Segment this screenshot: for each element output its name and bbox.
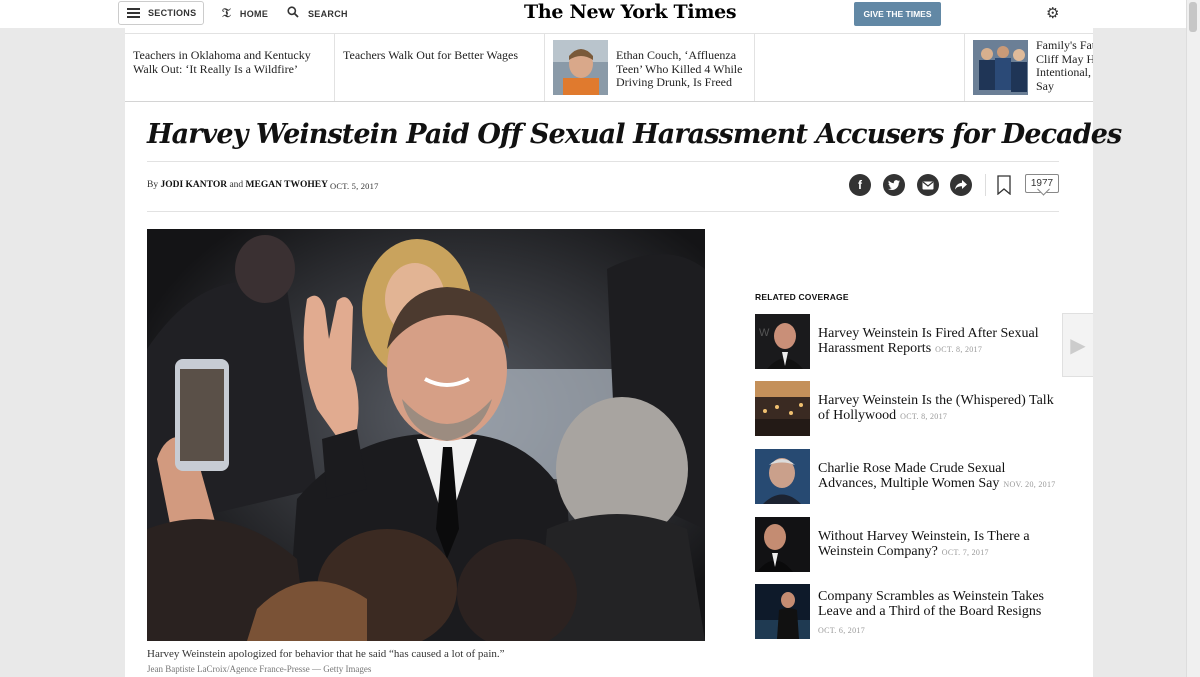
related-date: OCT. 8, 2017: [900, 412, 948, 421]
related-title: Charlie Rose Made Crude Sexual Advances,…: [818, 461, 1063, 492]
twitter-icon[interactable]: [883, 174, 905, 196]
home-label: HOME: [239, 8, 269, 19]
comment-count-button[interactable]: 1977: [1025, 174, 1059, 193]
related-thumbnail: W: [755, 314, 810, 369]
sections-label: SECTIONS: [148, 8, 197, 18]
hero-photo[interactable]: [147, 229, 705, 641]
divider: [147, 211, 1059, 212]
svg-text:W: W: [759, 327, 770, 339]
share-icon[interactable]: [950, 174, 972, 196]
related-title: Harvey Weinstein Is Fired After Sexual H…: [818, 326, 1063, 357]
nyt-logo[interactable]: The New York Times: [524, 1, 737, 23]
related-title: Company Scrambles as Weinstein Takes Lea…: [818, 589, 1063, 638]
publish-date: OCT. 5, 2017: [330, 181, 379, 191]
related-title-text: Charlie Rose Made Crude Sexual Advances,…: [818, 461, 1006, 491]
article-headline: Harvey Weinstein Paid Off Sexual Harassm…: [147, 119, 1122, 150]
related-date: OCT. 8, 2017: [935, 345, 983, 354]
facebook-icon[interactable]: f: [849, 174, 871, 196]
story-ribbon: Teachers in Oklahoma and Kentucky Walk O…: [125, 33, 1093, 102]
search-icon: [287, 6, 299, 21]
related-item[interactable]: Charlie Rose Made Crude Sexual Advances,…: [755, 449, 1060, 505]
related-coverage-heading: RELATED COVERAGE: [755, 292, 849, 302]
related-title: Harvey Weinstein Is the (Whispered) Talk…: [818, 393, 1063, 424]
ribbon-item[interactable]: Family's Fat Cliff May H Intentional, Say: [965, 34, 1093, 101]
ribbon-spacer: [755, 34, 965, 101]
sections-button[interactable]: SECTIONS: [118, 1, 204, 25]
divider: [985, 174, 986, 196]
give-the-times-button[interactable]: GIVE THE TIMES: [854, 2, 941, 26]
next-arrow-icon[interactable]: ▶: [1062, 313, 1093, 377]
related-date: NOV. 20, 2017: [1003, 480, 1056, 489]
search-label: SEARCH: [308, 8, 348, 19]
search-link[interactable]: SEARCH: [287, 6, 348, 21]
related-title-text: Company Scrambles as Weinstein Takes Lea…: [818, 589, 1045, 619]
related-date: OCT. 7, 2017: [941, 548, 989, 557]
related-item[interactable]: Without Harvey Weinstein, Is There a Wei…: [755, 517, 1060, 573]
ribbon-title: Teachers in Oklahoma and Kentucky Walk O…: [133, 48, 311, 76]
hamburger-icon: [127, 6, 140, 20]
related-thumbnail: [755, 381, 810, 436]
related-title: Without Harvey Weinstein, Is There a Wei…: [818, 529, 1063, 560]
related-title-text: Without Harvey Weinstein, Is There a Wei…: [818, 529, 1030, 559]
ribbon-title: Teachers Walk Out for Better Wages: [343, 48, 519, 62]
gear-icon[interactable]: ⚙: [1046, 4, 1059, 23]
ribbon-item[interactable]: Teachers Walk Out for Better Wages: [335, 34, 545, 101]
hero-photo-image: [147, 229, 705, 641]
ribbon-item[interactable]: Teachers in Oklahoma and Kentucky Walk O…: [125, 34, 335, 101]
ribbon-title: Ethan Couch, ‘Affluenza Teen’ Who Killed…: [616, 48, 743, 89]
divider: [147, 161, 1059, 162]
related-item[interactable]: Harvey Weinstein Is the (Whispered) Talk…: [755, 381, 1060, 437]
author-link[interactable]: MEGAN TWOHEY: [246, 180, 328, 190]
related-date: OCT. 6, 2017: [818, 626, 866, 635]
byline: By JODI KANTOR and MEGAN TWOHEY: [147, 180, 328, 190]
scrollbar[interactable]: [1186, 0, 1200, 677]
related-thumbnail: [755, 449, 810, 504]
related-item[interactable]: Company Scrambles as Weinstein Takes Lea…: [755, 584, 1060, 640]
home-link[interactable]: 𝔗 HOME: [222, 6, 268, 21]
ribbon-item[interactable]: Ethan Couch, ‘Affluenza Teen’ Who Killed…: [545, 34, 755, 101]
home-icon: 𝔗: [222, 6, 231, 21]
related-title-text: Harvey Weinstein Is Fired After Sexual H…: [818, 326, 1039, 356]
bookmark-icon[interactable]: [997, 175, 1011, 195]
author-link[interactable]: JODI KANTOR: [160, 180, 227, 190]
ribbon-title: Family's Fat Cliff May H Intentional, Say: [1036, 39, 1093, 93]
related-item[interactable]: W Harvey Weinstein Is Fired After Sexual…: [755, 314, 1060, 370]
ribbon-thumbnail: [553, 40, 608, 95]
related-thumbnail: [755, 584, 810, 639]
comment-count: 1977: [1030, 178, 1054, 189]
related-thumbnail: [755, 517, 810, 572]
scrollbar-thumb[interactable]: [1189, 2, 1197, 32]
byline-prefix: By: [147, 180, 159, 190]
masthead: SECTIONS 𝔗 HOME SEARCH The New York Time…: [0, 0, 1200, 28]
photo-credit: Jean Baptiste LaCroix/Agence France-Pres…: [147, 664, 372, 674]
photo-caption: Harvey Weinstein apologized for behavior…: [147, 648, 505, 660]
email-icon[interactable]: [917, 174, 939, 196]
byline-and: and: [229, 180, 244, 190]
ribbon-thumbnail: [973, 40, 1028, 95]
